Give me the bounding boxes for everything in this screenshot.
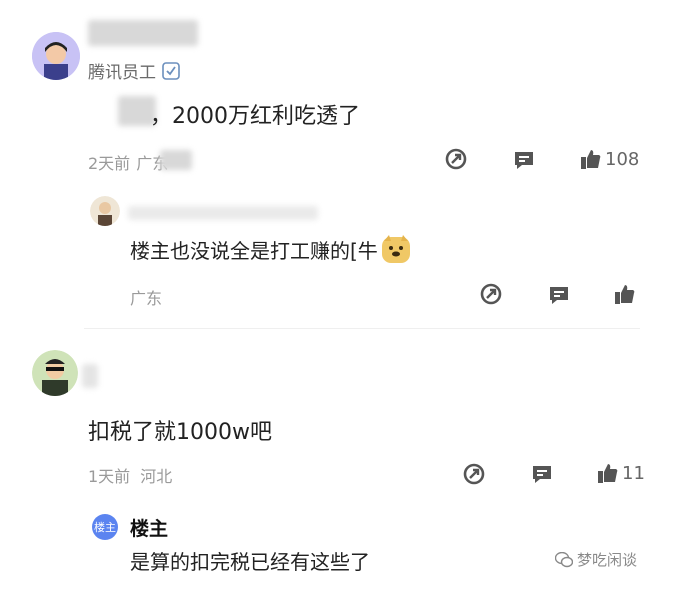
avatar-comment1[interactable] <box>32 32 80 80</box>
comment2-like-count: 11 <box>622 462 645 484</box>
reply1-location: 广东 <box>130 289 163 308</box>
reply1-text: 楼主也没说全是打工赚的[牛 <box>130 238 378 263</box>
divider <box>84 328 640 329</box>
reply2-text: 是算的扣完税已经有这些了 <box>130 550 370 574</box>
comment-icon[interactable] <box>513 149 535 171</box>
op-badge[interactable]: 楼主 <box>92 514 118 540</box>
share-icon[interactable] <box>445 148 467 170</box>
share-icon[interactable] <box>463 463 485 485</box>
comment2-username-redacted <box>82 364 98 388</box>
thumbs-up-icon[interactable] <box>614 283 636 305</box>
comment1-time: 2天前 <box>88 154 131 173</box>
comment-icon[interactable] <box>531 463 553 485</box>
reply2-author: 楼主 <box>130 518 169 540</box>
verified-icon <box>162 61 180 80</box>
location-redacted <box>160 150 192 170</box>
thumbs-up-icon[interactable] <box>597 462 619 484</box>
comment2-location: 河北 <box>140 467 173 486</box>
avatar-comment2[interactable] <box>32 350 78 396</box>
avatar-reply1[interactable] <box>90 196 120 226</box>
thumbs-up-icon[interactable] <box>580 148 602 170</box>
doge-emoji-icon <box>380 233 412 265</box>
wechat-icon <box>555 551 573 568</box>
watermark-text: 梦吃闲谈 <box>577 551 638 569</box>
comment-icon[interactable] <box>548 284 570 306</box>
comment2-text: 扣税了就1000w吧 <box>88 420 272 445</box>
share-icon[interactable] <box>480 283 502 305</box>
username-redacted <box>88 20 198 46</box>
reply1-username-redacted <box>128 206 318 220</box>
comment2-time: 1天前 <box>88 467 131 486</box>
comment1-like-count: 108 <box>605 148 640 170</box>
comment1-text: ，2000万红利吃透了 <box>150 104 360 129</box>
author-title: 腾讯员工 <box>88 63 156 83</box>
